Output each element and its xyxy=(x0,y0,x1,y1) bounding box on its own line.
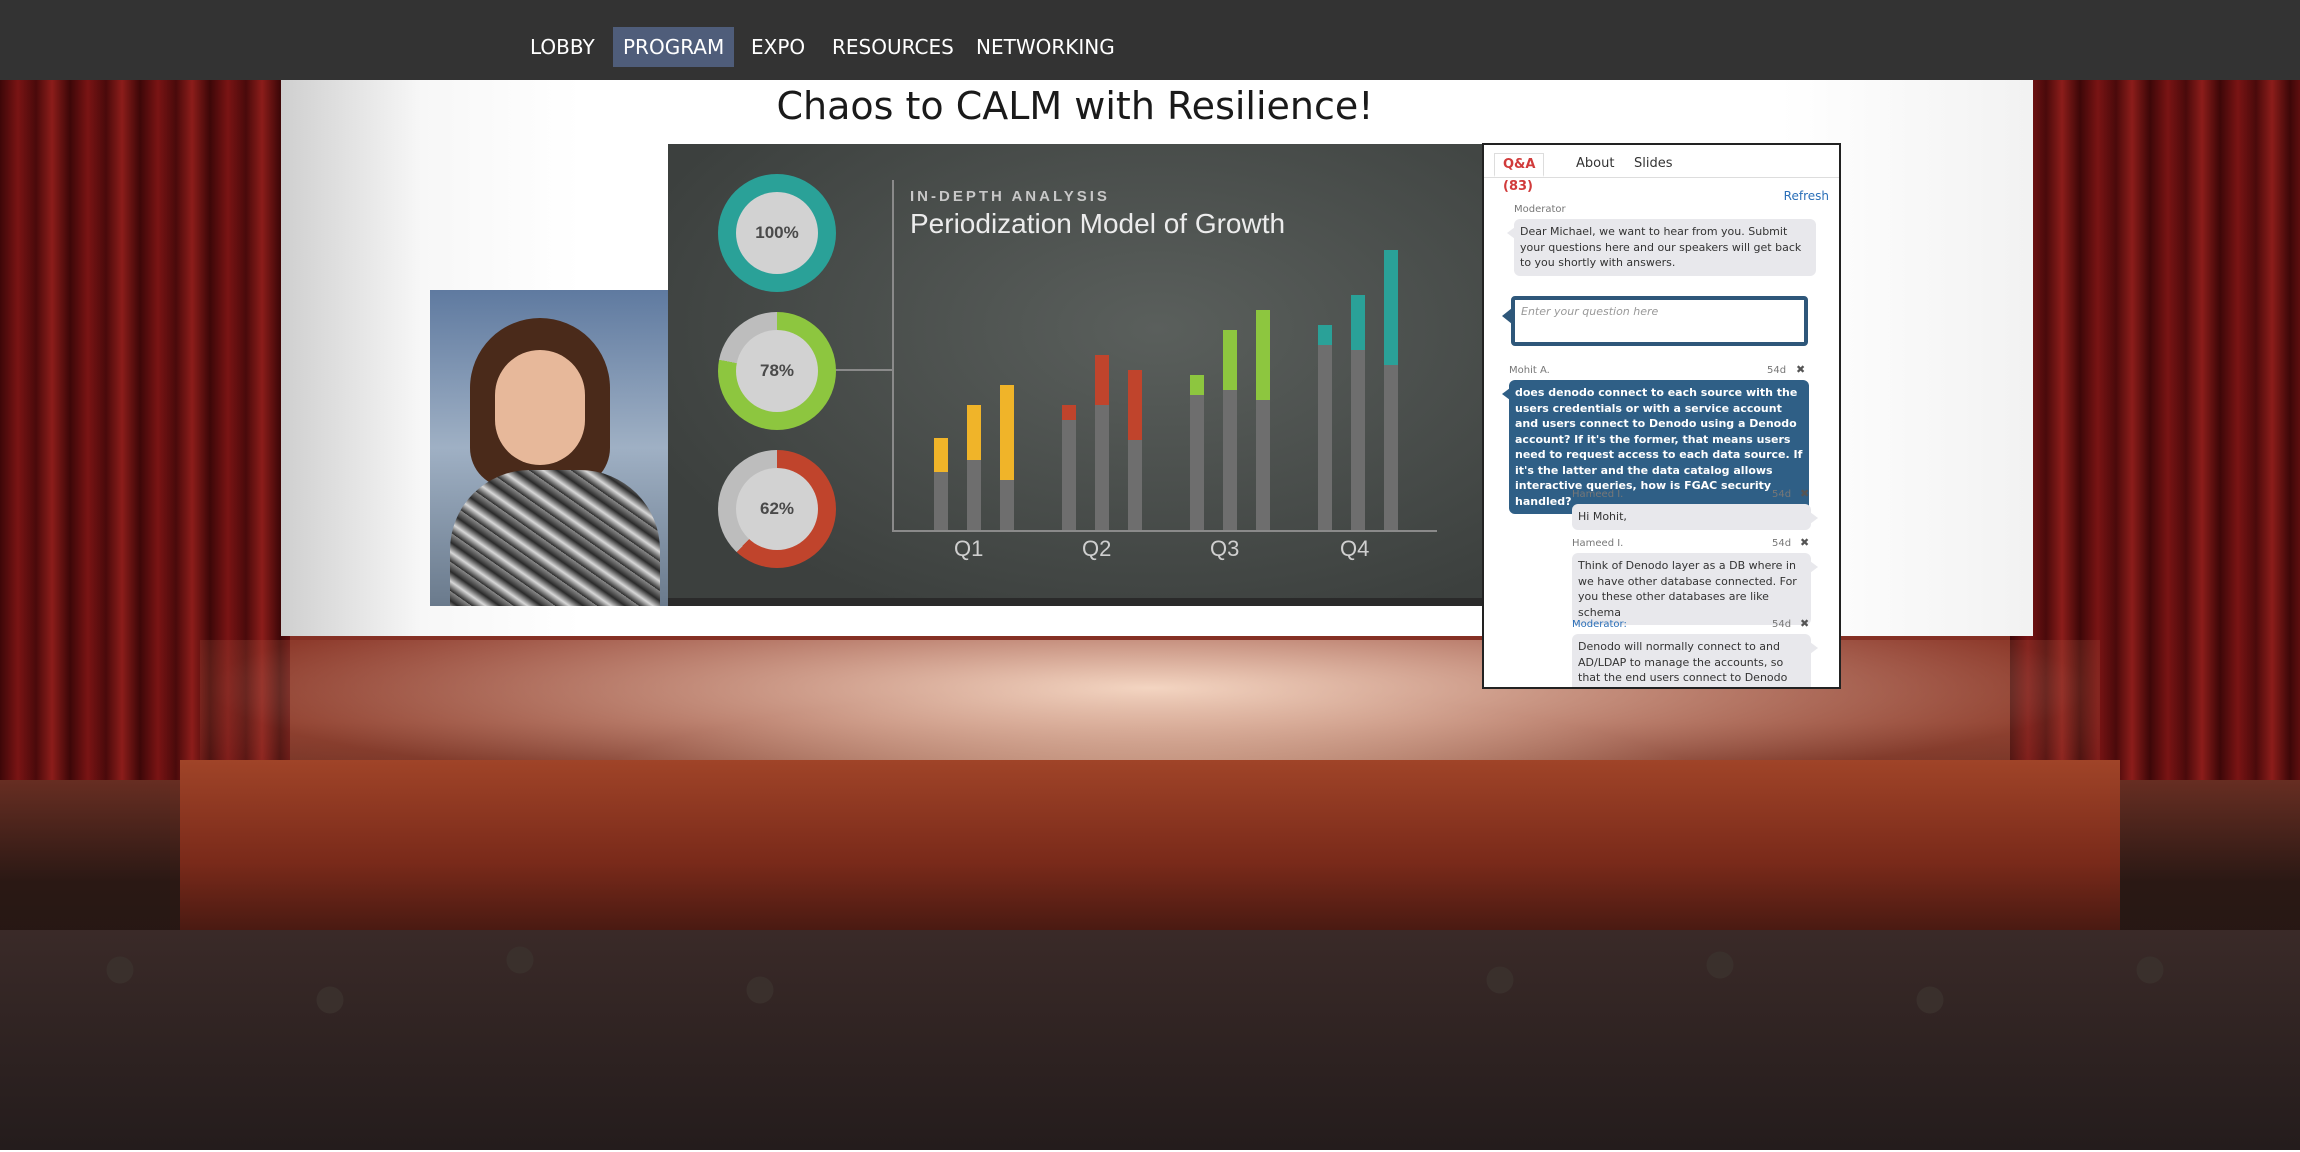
qa-panel: Q&A (83) About Slides Refresh Moderator … xyxy=(1482,143,1841,689)
quarter-label-q1: Q1 xyxy=(954,536,984,561)
slide-bar-base xyxy=(1318,345,1332,530)
session-title: Chaos to CALM with Resilience! xyxy=(776,84,1374,128)
question-message: does denodo connect to each source with … xyxy=(1502,380,1809,514)
close-icon[interactable]: ✖ xyxy=(1800,487,1809,500)
moderator-label: Moderator xyxy=(1514,204,1566,215)
slide-bar-base xyxy=(1223,390,1237,530)
slide-bar-base xyxy=(967,460,981,530)
tab-qa[interactable]: Q&A (83) xyxy=(1494,153,1545,194)
slide-axis-vertical xyxy=(892,180,894,530)
slide-bar-top xyxy=(1095,355,1109,405)
slide-bottom-strip xyxy=(668,598,1483,606)
answer-message: Hi Mohit, xyxy=(1572,504,1818,530)
slide-bar-base xyxy=(1384,365,1398,530)
nav-item-program[interactable]: PROGRAM xyxy=(613,27,735,67)
answer-message: Think of Denodo layer as a DB where in w… xyxy=(1572,553,1818,625)
slide-bar-base xyxy=(1190,395,1204,530)
tab-slides[interactable]: Slides xyxy=(1626,153,1681,177)
slide-bar-top xyxy=(1000,385,1014,480)
message-author: Hameed I. xyxy=(1572,489,1624,500)
quarter-label-q3: Q3 xyxy=(1210,536,1240,561)
message-time: 54d xyxy=(1772,489,1792,500)
refresh-link[interactable]: Refresh xyxy=(1784,189,1829,203)
nav-item-networking[interactable]: NETWORKING xyxy=(966,27,1125,67)
slide-bar-base xyxy=(1000,480,1014,530)
message-author: Hameed I. xyxy=(1572,538,1624,549)
message-author-moderator: Moderator: xyxy=(1572,619,1627,630)
slide-bar-top xyxy=(934,438,948,472)
slide-bar-base xyxy=(1256,400,1270,530)
close-icon[interactable]: ✖ xyxy=(1800,536,1809,549)
slide-bar-top xyxy=(1256,310,1270,400)
top-nav: LOBBY PROGRAM EXPO RESOURCES NETWORKING xyxy=(0,0,2300,80)
slide-connector xyxy=(834,369,892,371)
tabs-divider xyxy=(1484,177,1839,178)
slide-bar-top xyxy=(1223,330,1237,390)
slide-bar-top xyxy=(1062,405,1076,420)
slide-bar-top xyxy=(1351,295,1365,350)
slide-title: Periodization Model of Growth xyxy=(910,208,1286,239)
slide-bar-base xyxy=(1351,350,1365,530)
donut-62: 62% xyxy=(718,450,836,568)
question-input[interactable]: Enter your question here xyxy=(1511,296,1808,346)
quarter-label-q2: Q2 xyxy=(1082,536,1112,561)
slide-bar-top xyxy=(1190,375,1204,395)
audience xyxy=(0,930,2300,1150)
stage xyxy=(180,760,2120,930)
moderator-message: Dear Michael, we want to hear from you. … xyxy=(1507,219,1816,276)
speaker-photo xyxy=(430,290,670,606)
message-author: Mohit A. xyxy=(1509,365,1550,376)
slide-bar-base xyxy=(1128,440,1142,530)
slide-bar-top xyxy=(1318,325,1332,345)
close-icon[interactable]: ✖ xyxy=(1796,363,1805,376)
presentation-video[interactable]: IN-DEPTH ANALYSIS Periodization Model of… xyxy=(668,144,1483,606)
quarter-label-q4: Q4 xyxy=(1340,536,1370,561)
answer-message: Denodo will normally connect to and AD/L… xyxy=(1572,634,1818,687)
slide-bar-top xyxy=(1128,370,1142,440)
speaker-face xyxy=(495,350,585,465)
donut-100: 100% xyxy=(718,174,836,292)
speaker-jacket xyxy=(450,470,660,606)
slide-bar-top xyxy=(1384,250,1398,365)
close-icon[interactable]: ✖ xyxy=(1800,617,1809,630)
nav-item-expo[interactable]: EXPO xyxy=(741,27,815,67)
nav-item-lobby[interactable]: LOBBY xyxy=(520,27,605,67)
slide-bar-base xyxy=(934,472,948,530)
slide-bar-top xyxy=(967,405,981,460)
slide-bar-base xyxy=(1062,420,1076,530)
slide-bar-base xyxy=(1095,405,1109,530)
donut-62-label: 62% xyxy=(736,468,818,550)
message-time: 54d xyxy=(1767,365,1787,376)
donut-78: 78% xyxy=(718,312,836,430)
nav-item-resources[interactable]: RESOURCES xyxy=(822,27,964,67)
slide-kicker: IN-DEPTH ANALYSIS xyxy=(910,188,1110,205)
message-time: 54d xyxy=(1772,538,1792,549)
donut-100-label: 100% xyxy=(736,192,818,274)
donut-78-label: 78% xyxy=(736,330,818,412)
message-time: 54d xyxy=(1772,619,1792,630)
slide-axis-horizontal xyxy=(892,530,1437,532)
tab-about[interactable]: About xyxy=(1568,153,1622,177)
